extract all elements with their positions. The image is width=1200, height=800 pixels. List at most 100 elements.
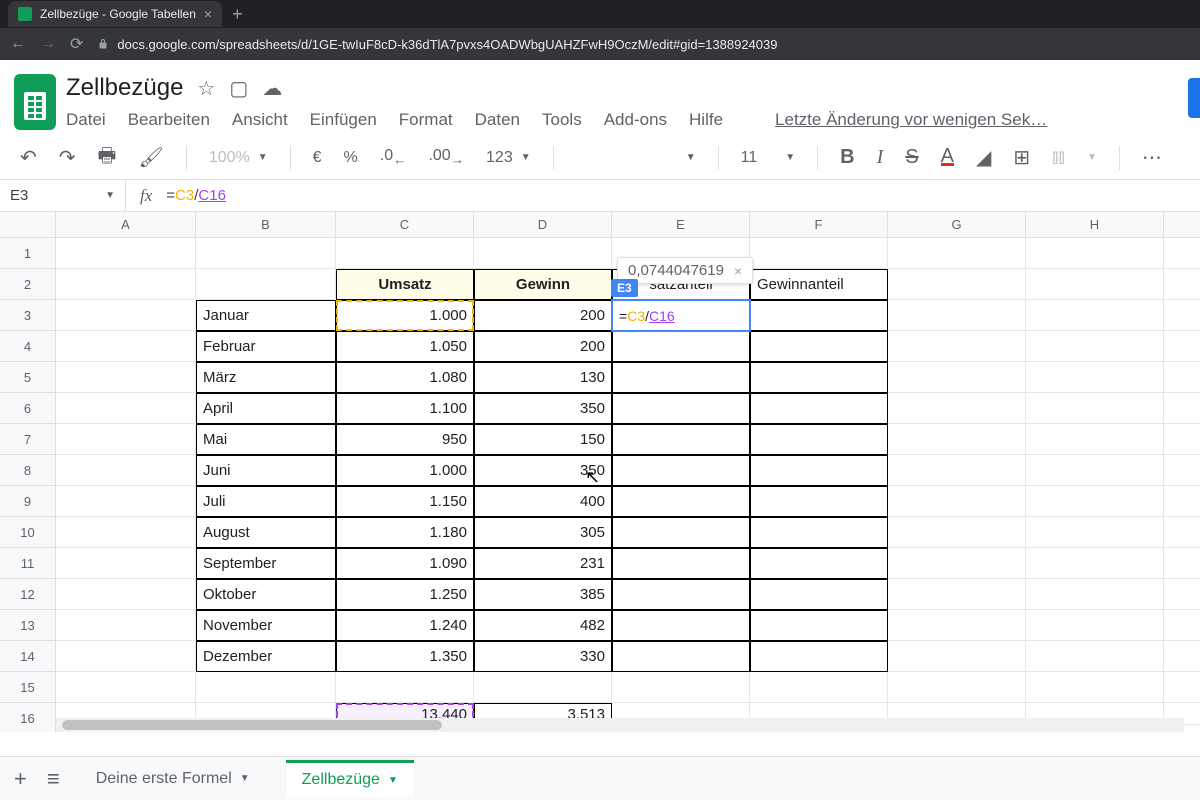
month-cell[interactable]: November (196, 610, 336, 641)
row-header[interactable]: 5 (0, 362, 56, 393)
cell[interactable] (1164, 331, 1200, 362)
url-bar[interactable]: docs.google.com/spreadsheets/d/1GE-twIuF… (97, 37, 777, 52)
text-color-button[interactable]: A (941, 149, 954, 166)
month-cell[interactable]: August (196, 517, 336, 548)
reload-icon[interactable]: ⟳ (70, 34, 83, 54)
cell[interactable] (888, 393, 1026, 424)
cell[interactable] (1026, 269, 1164, 300)
cell[interactable] (750, 579, 888, 610)
add-sheet-button[interactable]: + (14, 766, 27, 792)
row-header[interactable]: 11 (0, 548, 56, 579)
cell[interactable] (750, 331, 888, 362)
cell[interactable] (56, 269, 196, 300)
cell[interactable] (1026, 424, 1164, 455)
font-select[interactable]: ▼ (576, 152, 696, 163)
month-cell[interactable]: Juli (196, 486, 336, 517)
cell[interactable] (1026, 579, 1164, 610)
gewinn-cell[interactable]: 400 (474, 486, 612, 517)
column-header[interactable]: D (474, 212, 612, 238)
star-icon[interactable]: ☆ (197, 76, 215, 101)
cell[interactable] (1026, 548, 1164, 579)
month-cell[interactable]: Oktober (196, 579, 336, 610)
cell[interactable] (1164, 455, 1200, 486)
zoom-select[interactable]: 100%▼ (209, 149, 268, 167)
cell[interactable] (612, 331, 750, 362)
sheet-tab-2[interactable]: Zellbezüge▼ (286, 760, 414, 797)
cell[interactable] (888, 579, 1026, 610)
menu-tools[interactable]: Tools (542, 110, 582, 130)
row-header[interactable]: 6 (0, 393, 56, 424)
gewinn-cell[interactable]: 200 (474, 331, 612, 362)
cell[interactable] (750, 424, 888, 455)
spreadsheet-grid[interactable]: ABCDEFGH12UmsatzGewinnsatzanteilGewinnan… (0, 212, 1200, 732)
gewinn-cell[interactable]: 350 (474, 455, 612, 486)
gewinn-cell[interactable]: 385 (474, 579, 612, 610)
cell[interactable] (1026, 331, 1164, 362)
menu-format[interactable]: Format (399, 110, 453, 130)
active-cell[interactable]: 0,0744047619×E3=C3/C16 (612, 300, 750, 331)
row-header[interactable]: 12 (0, 579, 56, 610)
row-header[interactable]: 15 (0, 672, 56, 703)
cell[interactable] (56, 517, 196, 548)
cell[interactable] (612, 579, 750, 610)
share-button-edge[interactable] (1188, 78, 1200, 118)
umsatz-cell[interactable]: 1.050 (336, 331, 474, 362)
horizontal-scrollbar[interactable] (56, 718, 1184, 732)
cell[interactable] (612, 393, 750, 424)
last-edit-link[interactable]: Letzte Änderung vor wenigen Sek… (775, 110, 1047, 130)
sheet-tab-1[interactable]: Deine erste Formel▼ (80, 762, 266, 796)
cell[interactable] (1164, 517, 1200, 548)
paint-format-icon[interactable]: 🖌 (138, 145, 163, 170)
cell[interactable] (1164, 393, 1200, 424)
cell[interactable] (750, 672, 888, 703)
cell[interactable] (56, 455, 196, 486)
gewinn-cell[interactable]: 482 (474, 610, 612, 641)
column-header[interactable] (1164, 212, 1200, 238)
cell[interactable] (888, 610, 1026, 641)
column-header[interactable]: A (56, 212, 196, 238)
cell[interactable] (888, 300, 1026, 331)
month-cell[interactable]: Januar (196, 300, 336, 331)
cell[interactable] (750, 610, 888, 641)
cell[interactable] (888, 517, 1026, 548)
currency-button[interactable]: € (313, 149, 322, 167)
umsatz-cell[interactable]: 1.250 (336, 579, 474, 610)
cell[interactable] (888, 269, 1026, 300)
cell[interactable] (888, 362, 1026, 393)
cell[interactable] (750, 362, 888, 393)
cell[interactable] (612, 424, 750, 455)
cell[interactable] (888, 424, 1026, 455)
cell[interactable] (750, 517, 888, 548)
cell[interactable] (1164, 269, 1200, 300)
cell[interactable] (612, 517, 750, 548)
cell[interactable] (612, 641, 750, 672)
cell[interactable] (336, 672, 474, 703)
column-header[interactable]: E (612, 212, 750, 238)
gewinn-cell[interactable]: 231 (474, 548, 612, 579)
cell[interactable] (474, 672, 612, 703)
italic-button[interactable]: I (877, 146, 884, 169)
gewinn-cell[interactable]: 305 (474, 517, 612, 548)
cell[interactable] (56, 331, 196, 362)
cell[interactable] (56, 641, 196, 672)
cell[interactable] (750, 486, 888, 517)
browser-tab[interactable]: Zellbezüge - Google Tabellen × (8, 1, 222, 27)
cell[interactable] (1164, 424, 1200, 455)
cell[interactable] (612, 486, 750, 517)
scrollbar-thumb[interactable] (62, 720, 442, 730)
umsatz-cell[interactable]: 1.000 (336, 455, 474, 486)
cell[interactable] (1026, 641, 1164, 672)
cell[interactable] (612, 548, 750, 579)
cell[interactable] (1026, 610, 1164, 641)
cell[interactable] (196, 238, 336, 269)
month-cell[interactable]: Dezember (196, 641, 336, 672)
umsatz-cell[interactable]: 1.100 (336, 393, 474, 424)
gewinn-cell[interactable]: 330 (474, 641, 612, 672)
cell[interactable] (1164, 238, 1200, 269)
cell[interactable] (1026, 300, 1164, 331)
umsatz-cell[interactable]: 1.000 (336, 300, 474, 331)
row-header[interactable]: 7 (0, 424, 56, 455)
cell[interactable] (1026, 672, 1164, 703)
cell[interactable] (1164, 548, 1200, 579)
cell[interactable] (612, 610, 750, 641)
